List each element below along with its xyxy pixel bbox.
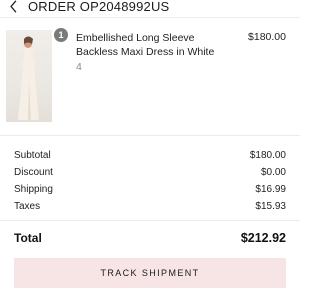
- summary-label: Subtotal: [14, 150, 51, 161]
- summary-value: $16.99: [255, 184, 286, 195]
- product-size: 4: [76, 61, 82, 73]
- quantity-badge: 1: [54, 28, 68, 42]
- product-name[interactable]: Embellished Long Sleeve Backless Maxi Dr…: [76, 31, 236, 59]
- summary-row-taxes: Taxes $15.93: [14, 201, 286, 212]
- order-detail-page: ORDER OP2048992US 1 Embellished Long Sle…: [0, 0, 300, 300]
- summary-value: $15.93: [255, 201, 286, 212]
- divider: [0, 135, 300, 136]
- summary-label: Shipping: [14, 184, 53, 195]
- total-label: Total: [14, 231, 42, 245]
- summary-label: Discount: [14, 167, 53, 178]
- summary-value: $180.00: [249, 150, 286, 161]
- summary-label: Taxes: [14, 201, 41, 212]
- back-button[interactable]: [6, 0, 20, 15]
- divider: [0, 220, 300, 221]
- total-row: Total $212.92: [14, 231, 286, 245]
- summary-row-subtotal: Subtotal $180.00: [14, 150, 286, 161]
- product-image: [6, 30, 52, 122]
- summary-value: $0.00: [260, 167, 286, 178]
- order-item[interactable]: 1 Embellished Long Sleeve Backless Maxi …: [0, 26, 300, 126]
- page-title: ORDER OP2048992US: [28, 0, 170, 14]
- total-value: $212.92: [240, 231, 286, 245]
- header: ORDER OP2048992US: [0, 0, 300, 18]
- summary-row-discount: Discount $0.00: [14, 167, 286, 178]
- summary-row-shipping: Shipping $16.99: [14, 184, 286, 195]
- product-price: $180.00: [248, 31, 286, 43]
- dress-figure-illustration: [18, 36, 39, 120]
- chevron-left-icon: [9, 0, 16, 13]
- track-shipment-button[interactable]: TRACK SHIPMENT: [14, 258, 286, 288]
